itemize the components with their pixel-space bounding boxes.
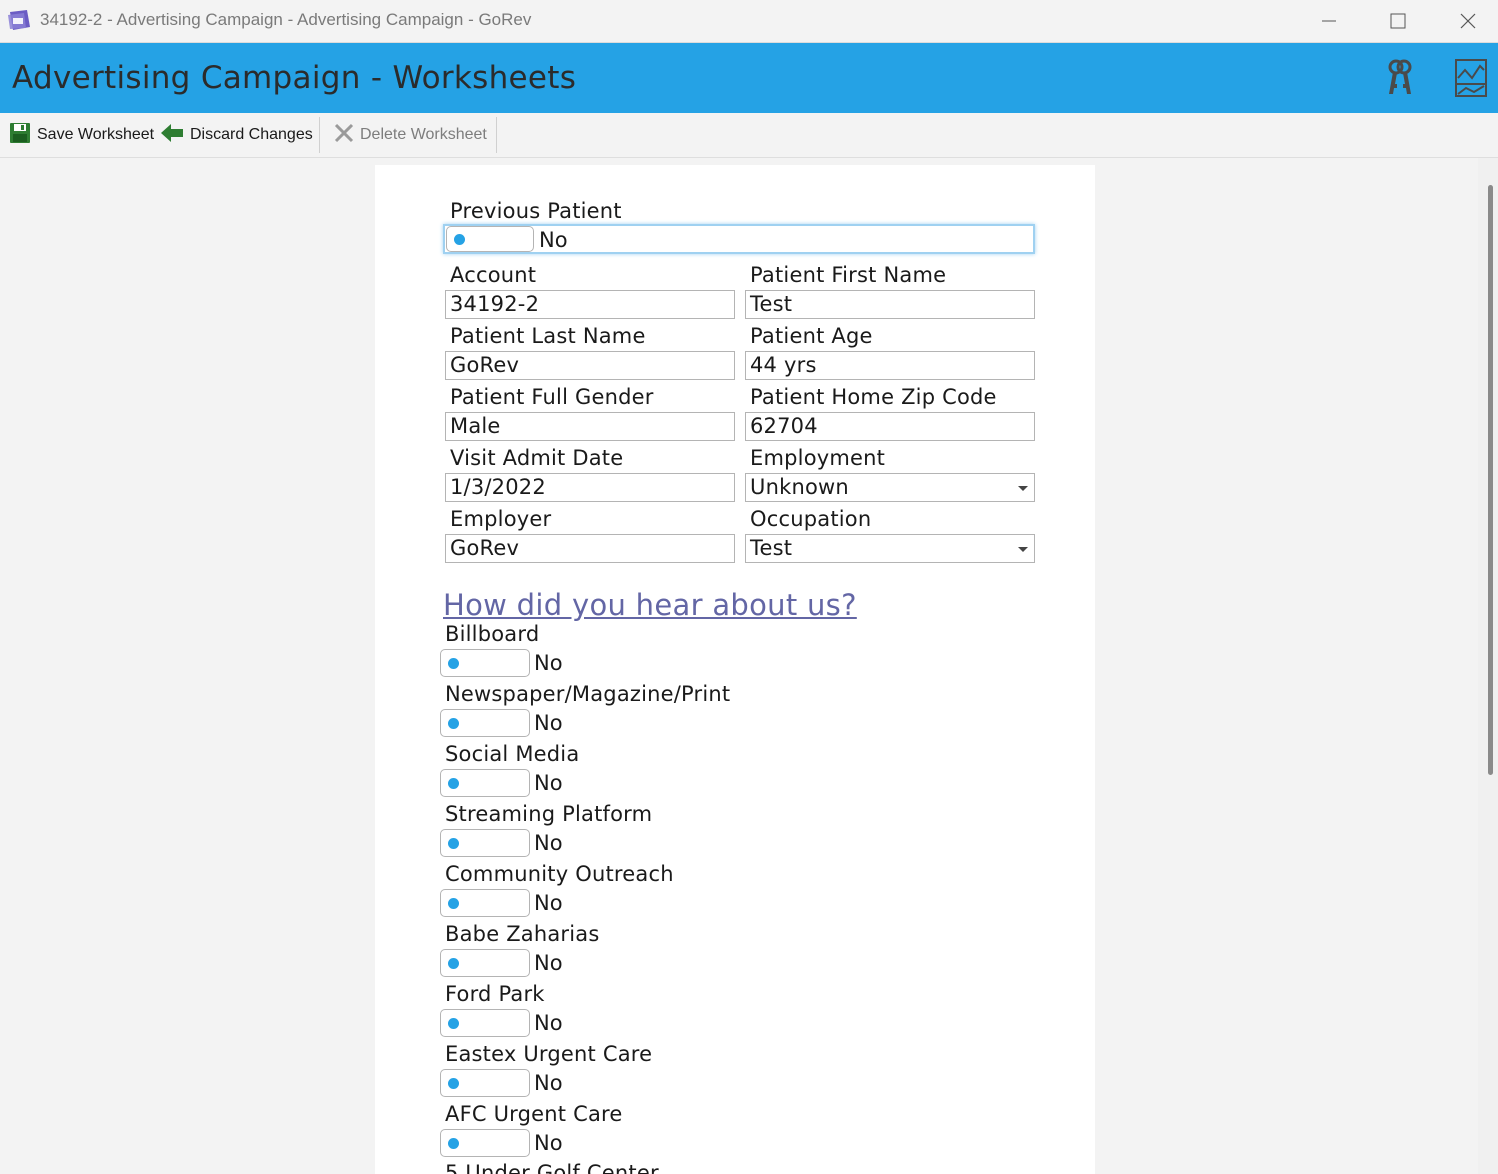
age-field[interactable]: 44 yrs <box>745 351 1035 380</box>
survey-item-toggle[interactable] <box>440 1069 530 1097</box>
survey-item-label: Ford Park <box>445 982 545 1006</box>
occupation-select-value: Test <box>750 536 793 560</box>
keys-icon[interactable] <box>1378 56 1422 100</box>
save-icon <box>9 122 31 149</box>
survey-item-value: No <box>534 711 563 735</box>
survey-item-value: No <box>534 891 563 915</box>
zip-label: Patient Home Zip Code <box>750 385 997 409</box>
save-worksheet-button[interactable]: Save Worksheet <box>9 113 154 157</box>
delete-x-icon <box>334 123 354 148</box>
chevron-down-icon <box>1018 547 1028 552</box>
employer-field[interactable]: GoRev <box>445 534 735 563</box>
survey-item-label: AFC Urgent Care <box>445 1102 623 1126</box>
toggle-knob <box>448 958 459 969</box>
survey-item-value: No <box>534 1071 563 1095</box>
survey-item-label: Babe Zaharias <box>445 922 600 946</box>
last-name-field[interactable]: GoRev <box>445 351 735 380</box>
scrollbar-thumb[interactable] <box>1488 185 1493 775</box>
first-name-label: Patient First Name <box>750 263 947 287</box>
survey-item-value: No <box>534 771 563 795</box>
survey-item-value: No <box>534 951 563 975</box>
occupation-label: Occupation <box>750 507 872 531</box>
survey-item-label: Social Media <box>445 742 580 766</box>
chevron-down-icon <box>1018 486 1028 491</box>
survey-item-toggle[interactable] <box>440 949 530 977</box>
age-label: Patient Age <box>750 324 873 348</box>
toolbar-divider <box>496 117 497 153</box>
survey-item-value: No <box>534 1011 563 1035</box>
toolbar-divider <box>319 117 320 153</box>
toggle-knob <box>448 1138 459 1149</box>
first-name-field[interactable]: Test <box>745 290 1035 319</box>
survey-item-toggle[interactable] <box>440 709 530 737</box>
survey-item-toggle[interactable] <box>440 769 530 797</box>
survey-item-toggle[interactable] <box>440 649 530 677</box>
back-arrow-icon <box>160 123 184 148</box>
window-title: 34192-2 - Advertising Campaign - Adverti… <box>40 10 532 29</box>
survey-heading-link[interactable]: How did you hear about us? <box>443 588 857 622</box>
survey-item-value: No <box>534 651 563 675</box>
gender-field[interactable]: Male <box>445 412 735 441</box>
admit-date-label: Visit Admit Date <box>450 446 624 470</box>
gender-label: Patient Full Gender <box>450 385 654 409</box>
maximize-button[interactable] <box>1378 6 1418 36</box>
survey-item-toggle[interactable] <box>440 829 530 857</box>
survey-item-label: Streaming Platform <box>445 802 653 826</box>
page-title: Advertising Campaign - Worksheets <box>12 60 577 96</box>
employment-label: Employment <box>750 446 886 470</box>
toggle-knob <box>448 1078 459 1089</box>
employment-select-value: Unknown <box>750 475 849 499</box>
toggle-knob <box>448 778 459 789</box>
previous-patient-value: No <box>539 228 568 252</box>
survey-item-value: No <box>534 831 563 855</box>
survey-item-label: Newspaper/Magazine/Print <box>445 682 731 706</box>
occupation-select[interactable]: Test <box>745 534 1035 563</box>
window-title-bar: 34192-2 - Advertising Campaign - Adverti… <box>0 0 1498 43</box>
delete-worksheet-label: Delete Worksheet <box>360 126 487 143</box>
toggle-knob <box>448 1018 459 1029</box>
app-logo-icon <box>7 9 33 31</box>
chart-report-icon[interactable] <box>1450 56 1494 100</box>
close-button[interactable] <box>1448 6 1488 36</box>
toolbar: Save Worksheet Discard Changes Delete Wo… <box>0 113 1498 158</box>
survey-item-toggle[interactable] <box>440 1129 530 1157</box>
toggle-knob <box>448 658 459 669</box>
discard-changes-button[interactable]: Discard Changes <box>160 113 313 157</box>
survey-item-label: Community Outreach <box>445 862 674 886</box>
admit-date-field[interactable]: 1/3/2022 <box>445 473 735 502</box>
survey-item-toggle[interactable] <box>440 1009 530 1037</box>
employer-label: Employer <box>450 507 552 531</box>
previous-patient-toggle[interactable] <box>446 226 534 252</box>
app-header: Advertising Campaign - Worksheets <box>0 43 1498 113</box>
previous-patient-label: Previous Patient <box>450 199 622 223</box>
delete-worksheet-button[interactable]: Delete Worksheet <box>334 113 487 157</box>
survey-item-label: Eastex Urgent Care <box>445 1042 653 1066</box>
employment-select[interactable]: Unknown <box>745 473 1035 502</box>
minimize-button[interactable] <box>1309 6 1349 36</box>
toggle-knob <box>454 234 465 245</box>
last-name-label: Patient Last Name <box>450 324 646 348</box>
survey-item-label: Billboard <box>445 622 540 646</box>
survey-item-value: No <box>534 1131 563 1155</box>
account-field[interactable]: 34192-2 <box>445 290 735 319</box>
toggle-knob <box>448 718 459 729</box>
discard-changes-label: Discard Changes <box>190 126 313 143</box>
toggle-knob <box>448 898 459 909</box>
save-worksheet-label: Save Worksheet <box>37 126 155 143</box>
account-label: Account <box>450 263 537 287</box>
survey-item-label: 5 Under Golf Center <box>445 1161 659 1174</box>
zip-field[interactable]: 62704 <box>745 412 1035 441</box>
toggle-knob <box>448 838 459 849</box>
survey-item-toggle[interactable] <box>440 889 530 917</box>
